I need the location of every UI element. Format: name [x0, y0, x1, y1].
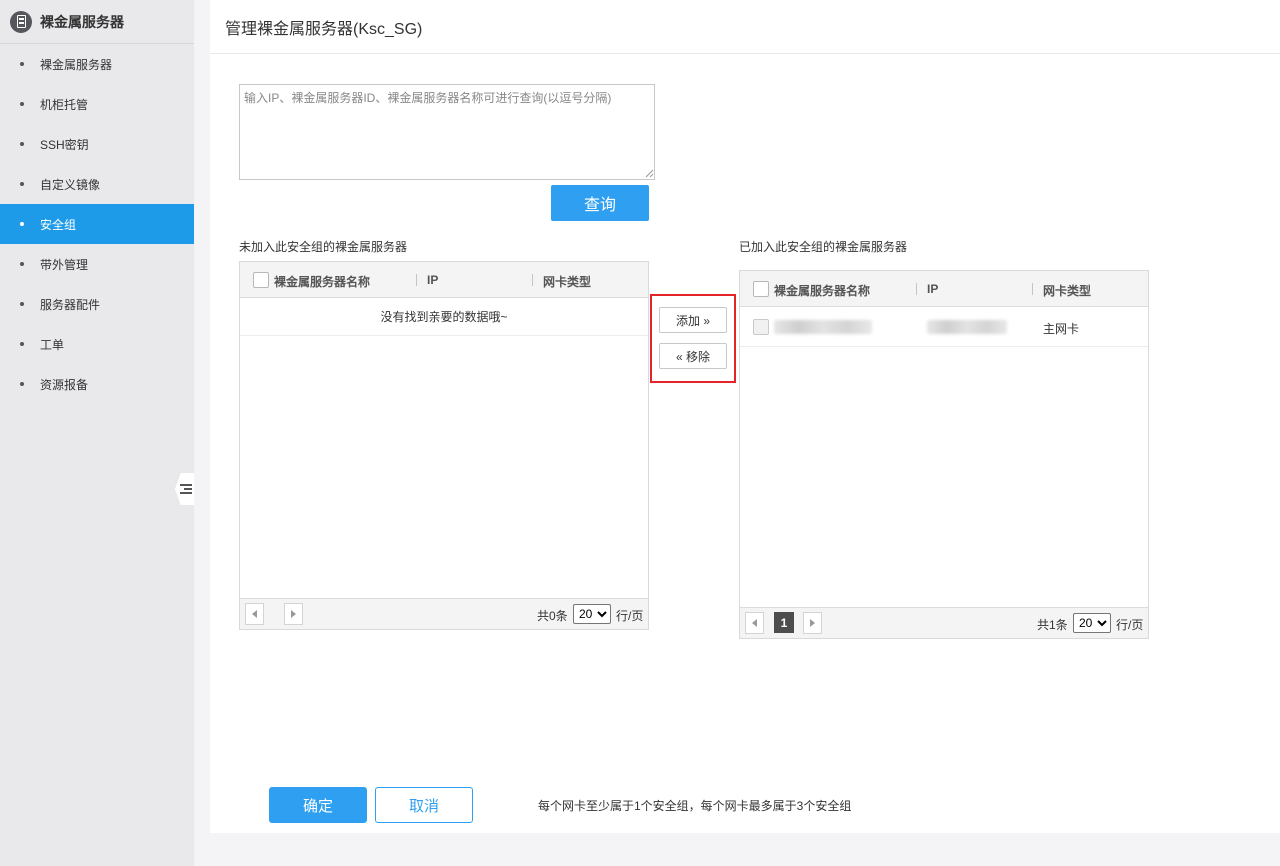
cancel-button[interactable]: 取消: [375, 787, 473, 823]
grid-pagination: 共0条 20 行/页: [240, 598, 648, 629]
chevron-right-icon: [291, 610, 296, 618]
sidebar-item-bare-metal-servers[interactable]: 裸金属服务器: [0, 44, 194, 84]
table-row[interactable]: 主网卡: [740, 307, 1148, 347]
right-grid-title: 已加入此安全组的裸金属服务器: [739, 240, 908, 254]
bullet-icon: [20, 102, 24, 106]
sidebar-item-out-of-band[interactable]: 带外管理: [0, 244, 194, 284]
grid-pagination: 1 共1条 20 行/页: [740, 607, 1148, 638]
sidebar-item-label: 工单: [40, 337, 65, 352]
bullet-icon: [20, 302, 24, 306]
transfer-buttons-highlight: 添加 » « 移除: [650, 294, 736, 383]
chevron-right-icon: [810, 619, 815, 627]
page-size-select[interactable]: 20: [573, 604, 611, 624]
left-grid-title: 未加入此安全组的裸金属服务器: [239, 240, 408, 254]
server-icon: [10, 10, 32, 33]
sidebar-item-label: 机柜托管: [40, 97, 89, 112]
column-header-nic-type[interactable]: 网卡类型: [1043, 282, 1091, 299]
column-divider: [1032, 283, 1033, 295]
sidebar-item-label: 带外管理: [40, 257, 89, 272]
sidebar-item-label: 裸金属服务器: [40, 57, 113, 72]
nic-type-cell: 主网卡: [1043, 322, 1080, 336]
grid-header: 裸金属服务器名称 IP 网卡类型: [740, 271, 1148, 307]
bullet-icon: [20, 382, 24, 386]
bullet-icon: [20, 182, 24, 186]
query-button[interactable]: 查询: [551, 185, 649, 221]
sidebar-nav: 裸金属服务器 机柜托管 SSH密钥 自定义镜像 安全组 带外管理 服务器配件 工…: [0, 44, 194, 404]
bullet-icon: [20, 142, 24, 146]
sidebar-item-label: 安全组: [40, 217, 77, 232]
sidebar-item-label: SSH密钥: [40, 137, 89, 152]
column-header-ip[interactable]: IP: [927, 282, 938, 296]
bullet-icon: [20, 62, 24, 66]
page-size-select[interactable]: 20: [1073, 613, 1111, 633]
sidebar-item-custom-images[interactable]: 自定义镜像: [0, 164, 194, 204]
ip-redacted: [927, 320, 1007, 334]
add-button[interactable]: 添加 »: [659, 307, 727, 333]
search-input[interactable]: [239, 84, 655, 180]
sidebar-item-tickets[interactable]: 工单: [0, 324, 194, 364]
bullet-icon: [20, 222, 24, 226]
row-checkbox[interactable]: [753, 319, 769, 335]
current-page[interactable]: 1: [774, 612, 794, 633]
sidebar-item-ssh-keys[interactable]: SSH密钥: [0, 124, 194, 164]
page-size-unit: 行/页: [616, 609, 644, 623]
prev-page-button[interactable]: [245, 603, 264, 625]
chevron-left-icon: [752, 619, 757, 627]
empty-state-text: 没有找到亲要的数据哦~: [240, 298, 648, 336]
column-header-nic-type[interactable]: 网卡类型: [543, 273, 591, 290]
sidebar-header: 裸金属服务器: [0, 0, 194, 44]
confirm-button[interactable]: 确定: [269, 787, 367, 823]
joined-servers-grid: 裸金属服务器名称 IP 网卡类型 主网卡 1 共1条 20 行/页: [739, 270, 1149, 639]
column-header-ip[interactable]: IP: [427, 273, 438, 287]
bullet-icon: [20, 262, 24, 266]
sidebar-item-security-groups[interactable]: 安全组: [0, 204, 194, 244]
available-servers-grid: 裸金属服务器名称 IP 网卡类型 没有找到亲要的数据哦~ 共0条 20 行/页: [239, 261, 649, 630]
sidebar-item-label: 服务器配件: [40, 297, 101, 312]
next-page-button[interactable]: [284, 603, 303, 625]
collapse-menu-icon: [180, 484, 192, 494]
next-page-button[interactable]: [803, 612, 822, 634]
main-panel: 管理裸金属服务器(Ksc_SG) 查询 未加入此安全组的裸金属服务器 裸金属服务…: [210, 0, 1280, 833]
sidebar-item-colocation[interactable]: 机柜托管: [0, 84, 194, 124]
page-size-unit: 行/页: [1116, 618, 1144, 632]
total-count: 共0条: [537, 609, 568, 623]
chevron-left-icon: [252, 610, 257, 618]
sidebar-title: 裸金属服务器: [40, 13, 124, 30]
sidebar-collapse-button[interactable]: [175, 473, 194, 505]
page-header: 管理裸金属服务器(Ksc_SG): [210, 0, 1280, 54]
select-all-checkbox[interactable]: [753, 281, 769, 297]
column-header-name[interactable]: 裸金属服务器名称: [274, 273, 370, 290]
grid-header: 裸金属服务器名称 IP 网卡类型: [240, 262, 648, 298]
security-group-hint: 每个网卡至少属于1个安全组，每个网卡最多属于3个安全组: [538, 799, 852, 813]
bullet-icon: [20, 342, 24, 346]
select-all-checkbox[interactable]: [253, 272, 269, 288]
column-divider: [916, 283, 917, 295]
page-title: 管理裸金属服务器(Ksc_SG): [225, 20, 423, 38]
sidebar-item-label: 资源报备: [40, 377, 89, 392]
column-header-name[interactable]: 裸金属服务器名称: [774, 282, 870, 299]
total-count: 共1条: [1037, 618, 1068, 632]
sidebar-item-server-parts[interactable]: 服务器配件: [0, 284, 194, 324]
sidebar: 裸金属服务器 裸金属服务器 机柜托管 SSH密钥 自定义镜像 安全组 带外管理 …: [0, 0, 194, 866]
column-divider: [532, 274, 533, 286]
sidebar-item-resource-report[interactable]: 资源报备: [0, 364, 194, 404]
column-divider: [416, 274, 417, 286]
prev-page-button[interactable]: [745, 612, 764, 634]
sidebar-item-label: 自定义镜像: [40, 177, 101, 192]
server-name-redacted: [774, 320, 872, 334]
remove-button[interactable]: « 移除: [659, 343, 727, 369]
